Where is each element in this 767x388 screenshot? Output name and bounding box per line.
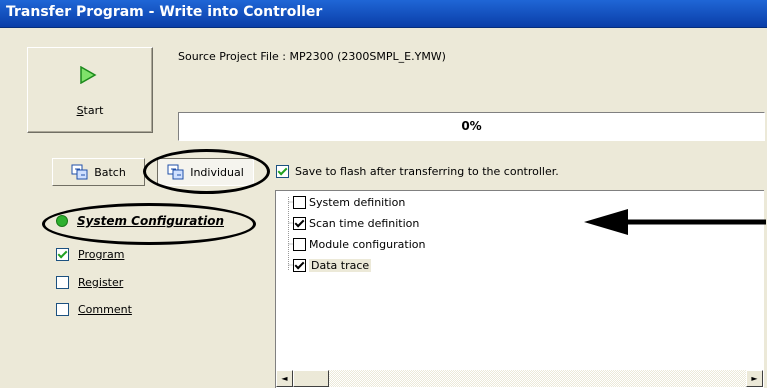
window-title: Transfer Program - Write into Controller: [6, 4, 323, 20]
tree-item-label: Scan time definition: [309, 217, 420, 230]
start-label: Start: [76, 104, 104, 117]
save-flash-label: Save to flash after transferring to the …: [295, 165, 559, 178]
left-item-label: System Configuration: [77, 214, 224, 228]
progress-bar: 0%: [178, 112, 765, 141]
batch-transfer-icon: [71, 164, 88, 180]
tree-checkbox[interactable]: [293, 217, 306, 230]
batch-button[interactable]: Batch: [52, 158, 145, 186]
left-item-register[interactable]: Register: [56, 276, 123, 289]
start-button[interactable]: Start: [27, 47, 153, 133]
left-item-program[interactable]: Program: [56, 248, 124, 261]
left-item-system-configuration[interactable]: System Configuration: [56, 214, 224, 228]
left-item-label: Program: [78, 248, 125, 261]
comment-checkbox[interactable]: [56, 303, 69, 316]
scroll-thumb[interactable]: [293, 370, 329, 387]
tree-item-data-trace[interactable]: Data trace: [293, 257, 372, 274]
progress-percent: 0%: [461, 119, 482, 133]
register-checkbox[interactable]: [56, 276, 69, 289]
tree-item-system-definition[interactable]: System definition: [293, 194, 405, 211]
tree-item-label: System definition: [309, 196, 406, 209]
play-triangle-icon: [80, 66, 97, 84]
scroll-left-arrow-icon: ◄: [281, 374, 288, 383]
annotation-arrow-icon: [584, 209, 766, 235]
horizontal-scrollbar[interactable]: ◄ ►: [276, 370, 763, 387]
source-project-label: Source Project File : MP2300 (2300SMPL_E…: [178, 50, 446, 63]
title-bar: Transfer Program - Write into Controller: [0, 0, 767, 28]
tree-item-scan-time-definition[interactable]: Scan time definition: [293, 215, 419, 232]
scroll-right-button[interactable]: ►: [746, 370, 763, 387]
individual-label: Individual: [190, 165, 244, 179]
individual-button[interactable]: Individual: [157, 158, 254, 186]
left-item-label: Comment: [78, 303, 132, 316]
tree-checkbox[interactable]: [293, 196, 306, 209]
left-item-comment[interactable]: Comment: [56, 303, 132, 316]
tree-item-label: Module configuration: [309, 238, 426, 251]
batch-label: Batch: [94, 165, 126, 179]
tree-item-module-configuration[interactable]: Module configuration: [293, 236, 425, 253]
save-flash-checkbox[interactable]: [276, 165, 289, 178]
scroll-left-button[interactable]: ◄: [276, 370, 293, 387]
active-item-indicator-icon: [56, 215, 68, 227]
program-checkbox[interactable]: [56, 248, 69, 261]
save-flash-option[interactable]: Save to flash after transferring to the …: [276, 165, 559, 178]
tree-checkbox[interactable]: [293, 238, 306, 251]
left-item-label: Register: [78, 276, 124, 289]
scroll-right-arrow-icon: ►: [751, 374, 758, 383]
tree-item-label: Data trace: [309, 259, 372, 272]
individual-transfer-icon: [167, 164, 184, 180]
tree-checkbox[interactable]: [293, 259, 306, 272]
